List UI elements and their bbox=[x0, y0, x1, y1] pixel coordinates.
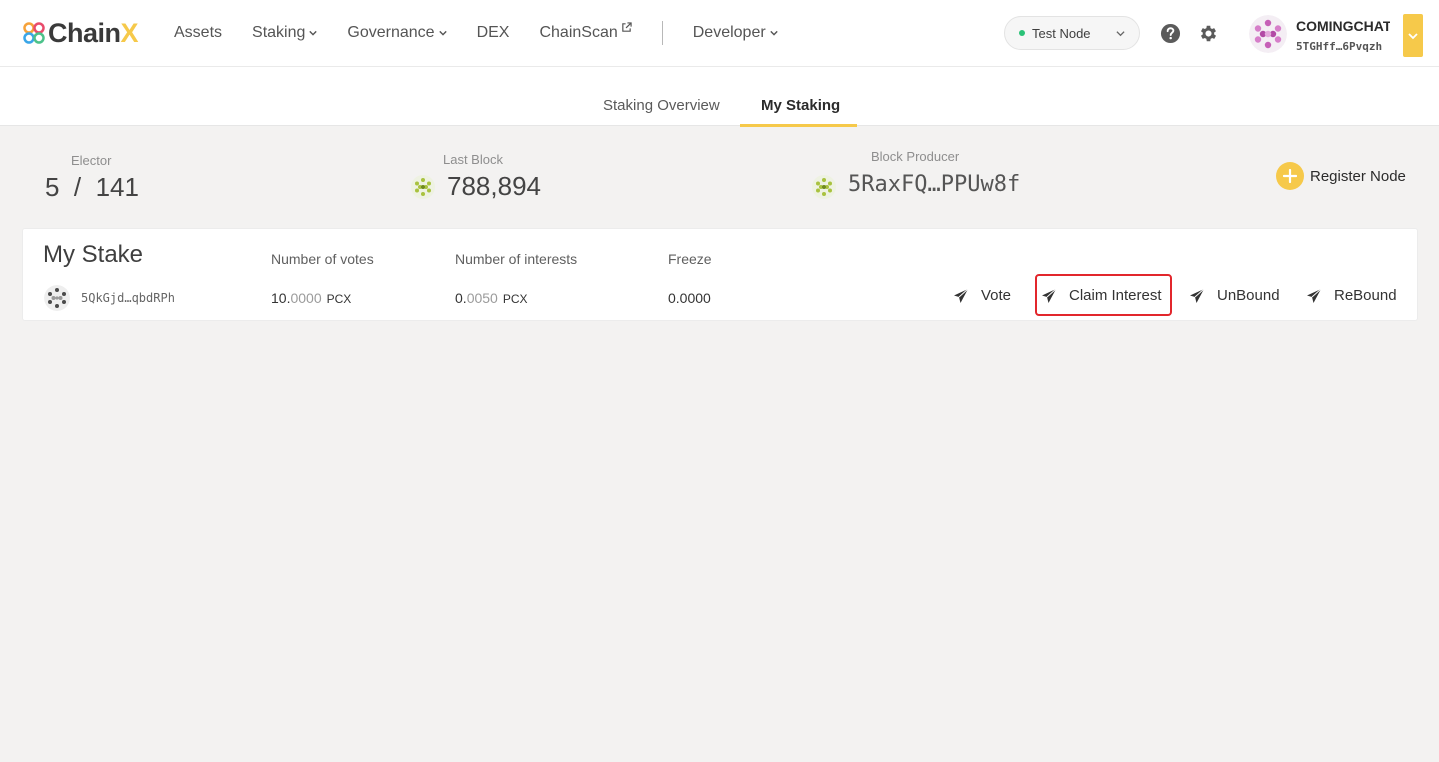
main-nav: Assets Staking Governance DEX ChainScan … bbox=[174, 21, 808, 45]
node-select-value: Test Node bbox=[1032, 25, 1091, 41]
rebound-button[interactable]: ReBound bbox=[1306, 287, 1397, 304]
last-block-label: Last Block bbox=[443, 152, 503, 167]
votes-column-header: Number of votes bbox=[271, 251, 374, 267]
node-identicon-icon bbox=[44, 285, 70, 311]
nav-developer[interactable]: Developer bbox=[693, 24, 778, 42]
my-stake-title: My Stake bbox=[43, 241, 144, 268]
nav-dex[interactable]: DEX bbox=[477, 24, 510, 42]
identicon-icon bbox=[1249, 15, 1287, 53]
node-status-dot bbox=[1019, 30, 1025, 36]
chevron-down-icon bbox=[1408, 32, 1418, 39]
send-icon bbox=[954, 288, 969, 303]
nav-divider bbox=[661, 21, 663, 45]
nav-governance[interactable]: Governance bbox=[347, 24, 447, 42]
tab-my-staking[interactable]: My Staking bbox=[761, 97, 840, 114]
account-name[interactable]: COMINGCHAT bbox=[1296, 18, 1390, 34]
node-address[interactable]: 5QkGjd…qbdRPh bbox=[81, 291, 175, 305]
last-block-value: 788,894 bbox=[447, 171, 541, 201]
block-identicon-icon bbox=[411, 175, 435, 199]
tab-staking-overview[interactable]: Staking Overview bbox=[603, 97, 720, 114]
block-producer-label: Block Producer bbox=[871, 149, 960, 164]
chainx-logo-icon bbox=[23, 22, 45, 44]
chainx-logo[interactable]: ChainX bbox=[22, 17, 139, 48]
freeze-value: 0.0000 bbox=[668, 290, 711, 306]
staking-tabs: Staking Overview My Staking bbox=[0, 67, 1439, 127]
vote-button[interactable]: Vote bbox=[953, 287, 1011, 304]
active-tab-indicator bbox=[740, 124, 857, 127]
elector-label: Elector bbox=[71, 153, 112, 168]
unbound-button[interactable]: UnBound bbox=[1189, 287, 1280, 304]
register-node-label: Register Node bbox=[1310, 167, 1406, 185]
account-avatar[interactable] bbox=[1249, 15, 1287, 53]
producer-identicon-icon bbox=[812, 175, 836, 199]
gear-icon[interactable] bbox=[1198, 23, 1219, 44]
account-address: 5TGHff…6Pvqzh bbox=[1296, 40, 1383, 53]
interests-value: 0.0050 PCX bbox=[455, 290, 528, 306]
elector-value: 5 / 141 bbox=[45, 172, 139, 202]
block-producer-value[interactable]: 5RaxFQ…PPUw8f bbox=[848, 172, 1020, 197]
freeze-column-header: Freeze bbox=[668, 251, 712, 267]
votes-value: 10.0000 PCX bbox=[271, 290, 352, 306]
chevron-down-icon bbox=[769, 30, 778, 36]
help-icon[interactable] bbox=[1160, 23, 1181, 44]
send-icon bbox=[1190, 288, 1205, 303]
chevron-down-icon bbox=[438, 30, 447, 36]
account-menu-toggle[interactable] bbox=[1403, 14, 1423, 57]
plus-icon bbox=[1276, 162, 1304, 190]
logo-text: ChainX bbox=[48, 17, 139, 48]
register-node-button[interactable]: Register Node bbox=[1276, 162, 1406, 190]
chevron-down-icon bbox=[1116, 31, 1125, 37]
nav-chainscan[interactable]: ChainScan bbox=[539, 21, 632, 42]
send-icon bbox=[1307, 288, 1322, 303]
interests-column-header: Number of interests bbox=[455, 251, 578, 267]
claim-interest-highlight bbox=[1035, 274, 1172, 316]
external-link-icon bbox=[621, 21, 632, 32]
chevron-down-icon bbox=[309, 30, 318, 36]
nav-staking[interactable]: Staking bbox=[252, 24, 318, 42]
nav-assets[interactable]: Assets bbox=[174, 24, 222, 42]
node-select[interactable]: Test Node bbox=[1004, 16, 1140, 50]
top-header: ChainX Assets Staking Governance DEX Cha… bbox=[0, 0, 1439, 67]
node-avatar bbox=[44, 285, 70, 311]
my-stake-card: My Stake Number of votes Number of inter… bbox=[22, 228, 1418, 321]
